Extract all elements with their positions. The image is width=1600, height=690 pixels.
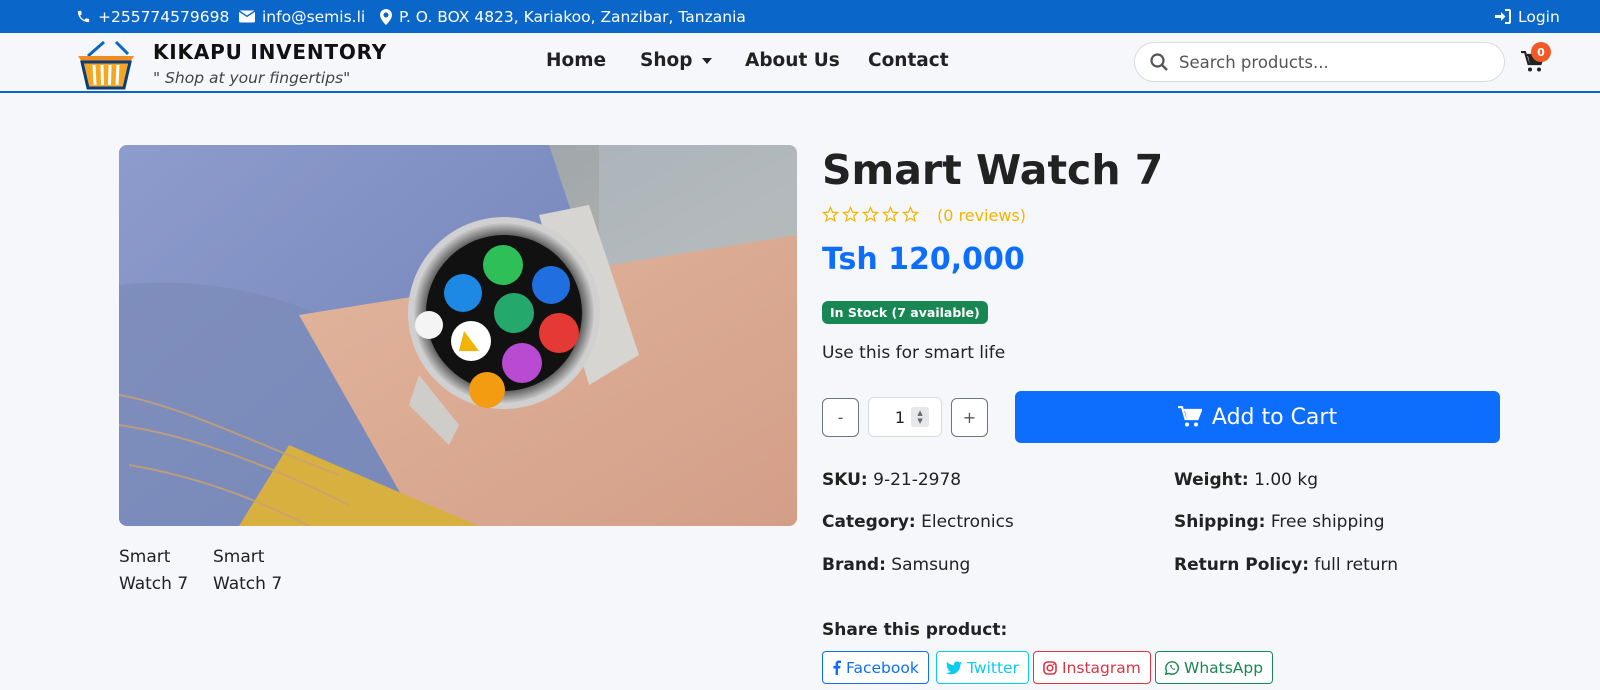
product-title: Smart Watch 7 [822,146,1164,194]
map-marker-icon [380,8,392,25]
search-input[interactable] [1179,52,1479,72]
star-icon [882,206,899,223]
twitter-icon [946,660,962,674]
instagram-icon [1043,660,1057,675]
product-description: Use this for smart life [822,343,1006,363]
spec-category: Category: Electronics [822,512,1014,532]
spec-brand-value: Samsung [891,555,971,575]
email-contact[interactable]: info@semis.li [239,0,365,33]
star-icon [902,206,919,223]
nav-contact[interactable]: Contact [868,50,949,71]
search-box[interactable] [1134,42,1505,82]
spec-return-policy: Return Policy: full return [1174,555,1398,575]
spec-shipping-value: Free shipping [1270,512,1385,532]
add-to-cart-button[interactable]: Add to Cart [1015,391,1500,443]
share-instagram-label: Instagram [1062,658,1141,677]
share-twitter-label: Twitter [967,658,1019,677]
brand-name[interactable]: KIKAPU INVENTORY [153,40,387,64]
top-contact-bar: +255774579698 info@semis.li P. O. BOX 48… [0,0,1600,33]
nav-home-label: Home [546,50,607,71]
star-icon [862,206,879,223]
quantity-input[interactable]: 1 ▲ ▼ [868,397,942,437]
whatsapp-icon [1165,660,1179,675]
share-heading: Share this product: [822,620,1008,640]
brand-tagline: " Shop at your fingertips" [153,69,351,87]
share-whatsapp-button[interactable]: WhatsApp [1155,651,1274,684]
star-icon [822,206,839,223]
spec-shipping-label: Shipping: [1174,512,1266,532]
login-text: Login [1518,7,1560,26]
spec-sku: SKU: 9-21-2978 [822,470,961,490]
sign-in-icon [1495,9,1511,24]
search-icon [1150,53,1168,71]
star-icon [842,206,859,223]
share-twitter-button[interactable]: Twitter [936,651,1029,684]
nav-about-label: About Us [745,50,840,71]
nav-shop-label: Shop [640,50,693,71]
envelope-icon [239,10,255,23]
nav-shop-dropdown[interactable]: Shop [640,50,713,71]
quantity-spinner[interactable]: ▲ ▼ [911,407,930,427]
spec-category-value: Electronics [921,512,1014,532]
spinner-up-icon: ▲ [917,409,923,417]
share-instagram-button[interactable]: Instagram [1033,651,1151,684]
decrement-button[interactable]: - [822,398,859,437]
spec-sku-value: 9-21-2978 [873,470,962,490]
spec-weight-label: Weight: [1174,470,1249,490]
spec-category-label: Category: [822,512,916,532]
nav-about[interactable]: About Us [745,50,840,71]
reviews-count[interactable]: (0 reviews) [937,206,1026,225]
rating-stars [822,206,919,223]
cart-plus-icon [1177,406,1202,427]
phone-contact[interactable]: +255774579698 [76,0,229,33]
share-whatsapp-label: WhatsApp [1184,658,1264,677]
thumbnail-caption-2[interactable]: Smart Watch 7 [213,544,293,598]
quantity-value: 1 [894,407,906,427]
address-text: P. O. BOX 4823, Kariakoo, Zanzibar, Tanz… [399,7,746,26]
add-to-cart-label: Add to Cart [1211,404,1338,430]
spec-brand: Brand: Samsung [822,555,970,575]
facebook-icon [833,660,841,675]
spec-shipping: Shipping: Free shipping [1174,512,1385,532]
spinner-down-icon: ▼ [917,417,923,425]
cart-count-badge: 0 [1531,42,1551,62]
address-contact: P. O. BOX 4823, Kariakoo, Zanzibar, Tanz… [380,0,746,33]
spec-return-label: Return Policy: [1174,555,1310,575]
increment-button[interactable]: + [951,398,988,437]
share-facebook-label: Facebook [846,658,919,677]
smartwatch-photo [119,145,797,526]
product-price: Tsh 120,000 [822,242,1025,277]
caret-down-icon [702,57,713,64]
phone-icon [77,10,90,23]
spec-return-value: full return [1314,555,1399,575]
email-text: info@semis.li [262,7,366,26]
main-navbar: KIKAPU INVENTORY " Shop at your fingerti… [0,33,1600,93]
nav-home[interactable]: Home [546,50,606,71]
phone-text: +255774579698 [98,7,230,26]
share-facebook-button[interactable]: Facebook [822,651,929,684]
stock-badge: In Stock (7 available) [822,301,988,324]
basket-logo-icon[interactable] [74,38,136,92]
spec-brand-label: Brand: [822,555,886,575]
spec-sku-label: SKU: [822,470,868,490]
spec-weight-value: 1.00 kg [1254,470,1319,490]
login-link[interactable]: Login [1495,0,1560,33]
product-main-image[interactable] [119,145,797,526]
spec-weight: Weight: 1.00 kg [1174,470,1318,490]
thumbnail-caption-1[interactable]: Smart Watch 7 [119,544,199,598]
nav-contact-label: Contact [868,50,949,71]
